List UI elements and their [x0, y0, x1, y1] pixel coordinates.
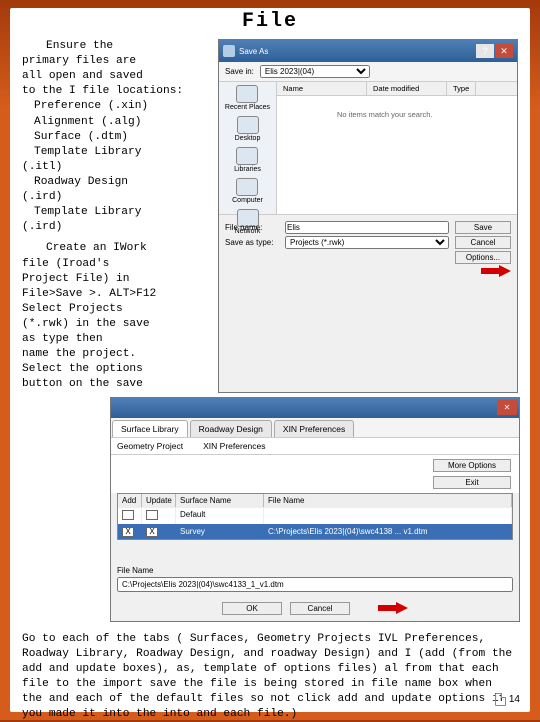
- table-row[interactable]: X X Survey C:\Projects\Elis 2023|(04)\sw…: [118, 524, 512, 539]
- save-as-dialog: Save As ? ✕ Save in: Elis 2023|(04) Rece…: [218, 39, 518, 393]
- exit-button[interactable]: Exit: [433, 476, 511, 489]
- empty-message: No items match your search.: [277, 96, 517, 119]
- page-number: 14: [495, 693, 520, 706]
- tab-roadway[interactable]: Roadway Design: [190, 420, 272, 437]
- add-checkbox[interactable]: [122, 510, 134, 520]
- page-title: File: [22, 10, 518, 33]
- tab-surface[interactable]: Surface Library: [112, 420, 188, 437]
- save-in-label: Save in:: [225, 67, 254, 76]
- filename-label: File name:: [225, 223, 279, 232]
- filename-input[interactable]: [285, 221, 449, 234]
- options-dialog: ✕ Surface Library Roadway Design XIN Pre…: [110, 397, 520, 622]
- sidebar-recent[interactable]: Recent Places: [225, 85, 270, 111]
- sidebar-computer[interactable]: Computer: [232, 178, 263, 204]
- cancel-button[interactable]: Cancel: [290, 602, 350, 615]
- save-in-select[interactable]: Elis 2023|(04): [260, 65, 370, 78]
- intro-text: Ensure the primary files are all open an…: [22, 39, 210, 393]
- sidebar-libraries[interactable]: Libraries: [234, 147, 261, 173]
- help-button[interactable]: ?: [476, 44, 494, 58]
- sidebar-desktop[interactable]: Desktop: [235, 116, 261, 142]
- col-name[interactable]: Name: [277, 82, 367, 95]
- save-button[interactable]: Save: [455, 221, 511, 234]
- close-button[interactable]: ✕: [497, 400, 517, 415]
- filename-label: File Name: [117, 566, 153, 575]
- add-checkbox[interactable]: X: [122, 527, 134, 537]
- update-checkbox[interactable]: [146, 510, 158, 520]
- save-as-titlebar: Save As ? ✕: [219, 40, 517, 62]
- col-date[interactable]: Date modified: [367, 82, 447, 95]
- tab-row: Surface Library Roadway Design XIN Prefe…: [111, 418, 519, 438]
- table-row[interactable]: Default: [118, 507, 512, 524]
- tab-site[interactable]: XIN Preferences: [274, 420, 354, 437]
- ok-button[interactable]: OK: [222, 602, 282, 615]
- options-button[interactable]: Options...: [455, 251, 511, 264]
- bottom-paragraph: Go to each of the tabs ( Surfaces, Geome…: [22, 632, 518, 722]
- filename-input[interactable]: [117, 577, 513, 592]
- close-button[interactable]: ✕: [495, 44, 513, 58]
- disk-icon: [223, 45, 235, 57]
- type-select[interactable]: Projects (*.rwk): [285, 236, 449, 249]
- update-checkbox[interactable]: X: [146, 527, 158, 537]
- arrow-icon: [481, 265, 511, 277]
- type-label: Save as type:: [225, 238, 279, 247]
- sub-geometry[interactable]: Geometry Project: [117, 441, 183, 451]
- more-options-button[interactable]: More Options: [433, 459, 511, 472]
- sub-xin[interactable]: XIN Preferences: [203, 441, 265, 451]
- places-sidebar: Recent Places Desktop Libraries Computer…: [219, 82, 277, 214]
- page-icon: [495, 693, 506, 706]
- surface-grid: Add Update Surface Name File Name Defaul…: [117, 493, 513, 540]
- cancel-button[interactable]: Cancel: [455, 236, 511, 249]
- arrow-icon: [378, 602, 408, 614]
- col-type[interactable]: Type: [447, 82, 476, 95]
